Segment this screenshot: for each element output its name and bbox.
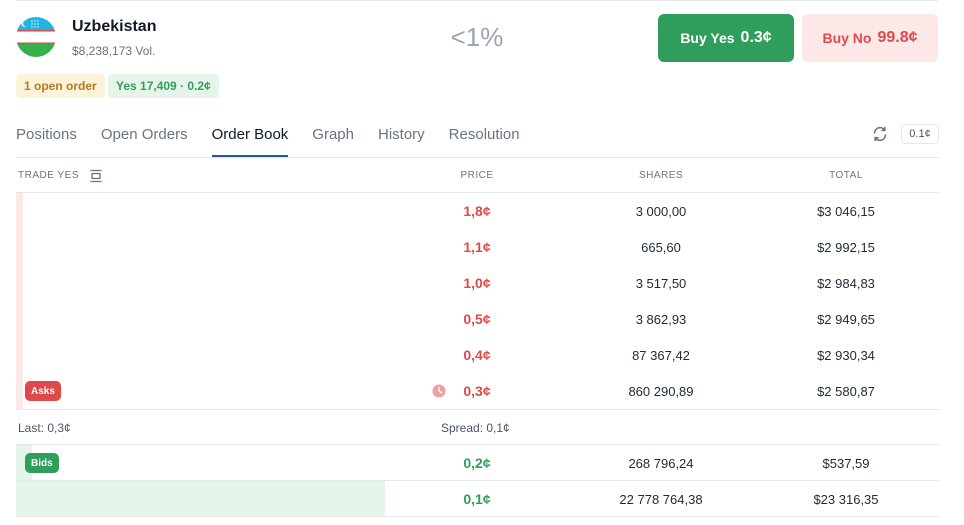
ask-depth-bar bbox=[16, 193, 23, 229]
buy-no-button[interactable]: Buy No 99.8¢ bbox=[802, 14, 938, 62]
spread-value: Spread: 0,1¢ bbox=[441, 421, 510, 435]
tab-open-orders[interactable]: Open Orders bbox=[101, 120, 188, 158]
tab-positions[interactable]: Positions bbox=[16, 120, 77, 158]
bids-badge: Bids bbox=[25, 453, 59, 473]
ask-row[interactable]: 1,8¢ 3 000,00 $3 046,15 bbox=[16, 193, 939, 229]
ask-depth-bar bbox=[16, 265, 23, 301]
spread-row: Last: 0,3¢ Spread: 0,1¢ bbox=[16, 409, 939, 445]
ask-depth-bar bbox=[16, 301, 23, 337]
ask-price: 1,1¢ bbox=[463, 239, 491, 255]
tick-size-badge[interactable]: 0.1¢ bbox=[901, 124, 939, 144]
ask-total: $2 992,15 bbox=[817, 239, 875, 255]
ask-price: 0,5¢ bbox=[463, 311, 491, 327]
uzbekistan-flag-icon bbox=[16, 17, 56, 57]
tab-graph[interactable]: Graph bbox=[312, 120, 354, 158]
ask-row[interactable]: 1,0¢ 3 517,50 $2 984,83 bbox=[16, 265, 939, 301]
clock-icon[interactable] bbox=[432, 384, 446, 398]
ask-total: $2 949,65 bbox=[817, 311, 875, 327]
bid-depth-bar bbox=[16, 481, 386, 516]
ask-price: 1,8¢ bbox=[463, 203, 491, 219]
ask-price: 0,3¢ bbox=[463, 383, 491, 399]
ask-shares: 665,60 bbox=[641, 239, 681, 255]
header-price: PRICE bbox=[460, 170, 494, 181]
ask-shares: 3 517,50 bbox=[635, 275, 687, 291]
bid-total: $537,59 bbox=[822, 455, 870, 471]
ask-total: $3 046,15 bbox=[817, 203, 875, 219]
ask-depth-bar bbox=[16, 337, 23, 373]
ask-row[interactable]: 0,4¢ 87 367,42 $2 930,34 bbox=[16, 337, 939, 373]
bid-shares: 268 796,24 bbox=[628, 455, 694, 471]
bid-row[interactable]: 0,1¢ 22 778 764,38 $23 316,35 bbox=[16, 481, 939, 517]
header-total: TOTAL bbox=[829, 170, 863, 181]
tabs-divider bbox=[16, 157, 939, 158]
ask-total: $2 984,83 bbox=[817, 275, 875, 291]
ask-total: $2 580,87 bbox=[817, 383, 875, 399]
ask-price: 1,0¢ bbox=[463, 275, 491, 291]
buy-no-price: 99.8¢ bbox=[877, 29, 918, 46]
market-volume: $8,238,173 Vol. bbox=[72, 44, 156, 58]
market-title[interactable]: Uzbekistan bbox=[72, 18, 156, 36]
ask-depth-bar bbox=[16, 229, 23, 265]
ask-depth-bar bbox=[16, 373, 23, 409]
asks-badge: Asks bbox=[25, 381, 61, 401]
ask-row[interactable]: Asks 0,3¢ 860 290,89 $2 580,87 bbox=[16, 373, 939, 409]
ask-price: 0,4¢ bbox=[463, 347, 491, 363]
last-price: Last: 0,3¢ bbox=[18, 421, 71, 435]
tab-resolution[interactable]: Resolution bbox=[449, 120, 520, 158]
ask-shares: 860 290,89 bbox=[628, 383, 694, 399]
tab-bar: Positions Open Orders Order Book Graph H… bbox=[16, 120, 544, 158]
header-trade-yes: TRADE YES bbox=[18, 170, 79, 181]
refresh-icon[interactable] bbox=[871, 125, 889, 143]
position-chip[interactable]: Yes 17,409 · 0.2¢ bbox=[108, 74, 219, 98]
buy-no-label: Buy No bbox=[822, 30, 872, 46]
ask-row[interactable]: 0,5¢ 3 862,93 $2 949,65 bbox=[16, 301, 939, 337]
market-chance: <1% bbox=[450, 22, 504, 52]
ask-shares: 3 000,00 bbox=[635, 203, 687, 219]
bid-shares: 22 778 764,38 bbox=[619, 491, 703, 507]
ask-row[interactable]: 1,1¢ 665,60 $2 992,15 bbox=[16, 229, 939, 265]
ask-shares: 87 367,42 bbox=[632, 347, 690, 363]
ask-shares: 3 862,93 bbox=[635, 311, 687, 327]
ask-total: $2 930,34 bbox=[817, 347, 875, 363]
bid-row[interactable]: Bids 0,2¢ 268 796,24 $537,59 bbox=[16, 445, 939, 481]
header-shares: SHARES bbox=[638, 170, 684, 181]
bid-price: 0,1¢ bbox=[463, 491, 491, 507]
collapse-icon[interactable] bbox=[89, 169, 103, 183]
open-orders-chip[interactable]: 1 open order bbox=[16, 74, 105, 98]
bid-total: $23 316,35 bbox=[813, 491, 879, 507]
tab-history[interactable]: History bbox=[378, 120, 425, 158]
order-book: 1,8¢ 3 000,00 $3 046,15 1,1¢ 665,60 $2 9… bbox=[16, 193, 939, 517]
bid-price: 0,2¢ bbox=[463, 455, 491, 471]
buy-yes-button[interactable]: Buy Yes 0.3¢ bbox=[658, 14, 794, 62]
tab-order-book[interactable]: Order Book bbox=[211, 120, 288, 158]
buy-yes-label: Buy Yes bbox=[680, 30, 735, 46]
buy-yes-price: 0.3¢ bbox=[740, 29, 772, 46]
top-divider bbox=[16, 0, 938, 1]
